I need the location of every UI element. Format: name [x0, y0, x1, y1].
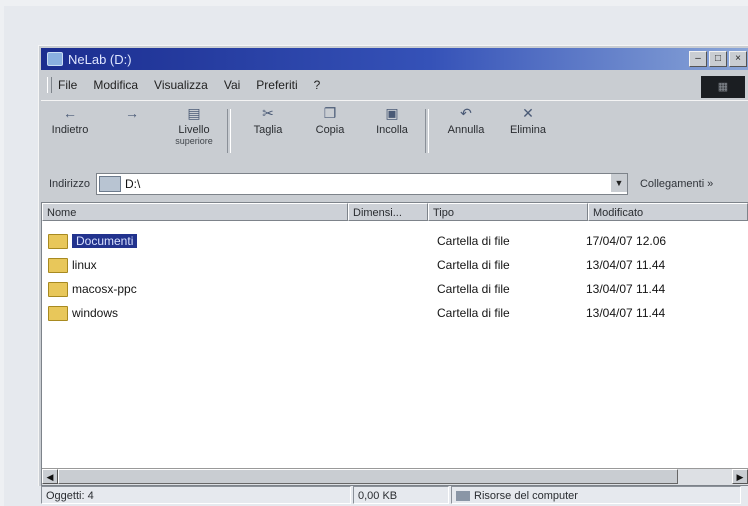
column-name[interactable]: Nome: [42, 203, 348, 221]
menu-view[interactable]: Visualizza: [154, 78, 208, 92]
file-list: Nome Dimensi... Tipo Modificato Document…: [41, 202, 748, 486]
windows-logo: ▦: [701, 76, 745, 98]
maximize-button[interactable]: □: [709, 51, 727, 67]
toolbar-separator: [425, 109, 429, 153]
file-name: macosx-ppc: [72, 282, 137, 296]
paste-button[interactable]: ▣ Incolla: [363, 105, 421, 136]
menu-file[interactable]: File: [58, 78, 77, 92]
column-modified[interactable]: Modificato: [588, 203, 748, 221]
cut-label: Taglia: [253, 124, 283, 136]
links-button[interactable]: Collegamenti »: [640, 178, 713, 190]
delete-button[interactable]: ✕ Elimina: [499, 105, 557, 136]
file-type: Cartella di file: [437, 234, 510, 248]
status-location-label: Risorse del computer: [474, 490, 578, 502]
scroll-right-icon[interactable]: ▶: [732, 469, 748, 484]
column-type[interactable]: Tipo: [428, 203, 588, 221]
scroll-left-icon[interactable]: ◀: [42, 469, 58, 484]
links-label: Collegamenti: [639, 178, 705, 190]
forward-arrow-icon: →: [125, 105, 139, 121]
menu-go[interactable]: Vai: [224, 78, 240, 92]
window-title: NeLab (D:): [68, 51, 132, 67]
toolbar-separator: [227, 109, 231, 153]
address-label: Indirizzo: [49, 178, 90, 190]
file-name: windows: [72, 306, 119, 320]
back-label: Indietro: [51, 124, 89, 136]
menu-favorites[interactable]: Preferiti: [256, 78, 297, 92]
address-value: D:\: [124, 177, 141, 191]
forward-button[interactable]: →: [103, 105, 161, 124]
file-name: linux: [72, 258, 97, 272]
menu-grip: [47, 77, 52, 93]
folder-up-icon: ▤: [187, 105, 201, 121]
explorer-window: NeLab (D:) – □ × File Modifica Visualizz…: [38, 45, 748, 504]
column-header: Nome Dimensi... Tipo Modificato: [42, 203, 748, 223]
file-modified: 17/04/07 12.06: [586, 234, 667, 248]
folder-icon: [48, 281, 68, 297]
horizontal-scrollbar[interactable]: ◀ ▶: [42, 468, 748, 485]
status-bar: Oggetti: 4 0,00 KB Risorse del computer: [41, 486, 748, 506]
copy-label: Copia: [315, 124, 345, 136]
paste-label: Incolla: [376, 124, 408, 136]
toolbar: ← Indietro → ▤ Livello superiore ✂ Tagli…: [41, 100, 748, 169]
undo-label: Annulla: [447, 124, 485, 136]
scroll-thumb[interactable]: [58, 469, 678, 484]
chevron-right-icon: »: [707, 178, 714, 190]
minimize-button[interactable]: –: [689, 51, 707, 67]
close-button[interactable]: ×: [729, 51, 747, 67]
column-size[interactable]: Dimensi...: [348, 203, 428, 221]
delete-x-icon: ✕: [522, 105, 534, 121]
file-type: Cartella di file: [437, 258, 510, 272]
delete-label: Elimina: [509, 124, 547, 136]
list-item[interactable]: Documenti Cartella di file 17/04/07 12.0…: [42, 229, 748, 253]
undo-button[interactable]: ↶ Annulla: [437, 105, 495, 136]
up-level-button[interactable]: ▤ Livello superiore: [165, 105, 223, 146]
copy-button[interactable]: ❐ Copia: [301, 105, 359, 136]
up-label-line1: Livello: [178, 124, 210, 136]
back-button[interactable]: ← Indietro: [41, 105, 99, 136]
folder-icon: [48, 233, 68, 249]
address-field[interactable]: D:\ ▼: [95, 173, 628, 195]
drive-icon: [47, 52, 63, 66]
undo-icon: ↶: [460, 105, 472, 121]
file-type: Cartella di file: [437, 282, 510, 296]
folder-icon: [48, 305, 68, 321]
up-label-line2: superiore: [175, 136, 213, 146]
computer-icon: [456, 491, 470, 502]
list-item[interactable]: linux Cartella di file 13/04/07 11.44: [42, 253, 748, 277]
back-arrow-icon: ←: [63, 105, 77, 121]
drive-icon: [98, 176, 121, 192]
clipboard-icon: ▣: [385, 105, 399, 121]
status-location: Risorse del computer: [451, 486, 741, 504]
file-name: Documenti: [72, 234, 138, 248]
file-modified: 13/04/07 11.44: [586, 306, 666, 320]
list-item[interactable]: windows Cartella di file 13/04/07 11.44: [42, 301, 748, 325]
status-objects: Oggetti: 4: [41, 486, 351, 504]
scissors-icon: ✂: [262, 105, 274, 121]
address-bar: Indirizzo D:\ ▼ Collegamenti »: [41, 172, 748, 196]
menu-bar: File Modifica Visualizza Vai Preferiti ?: [41, 74, 748, 96]
file-rows: Documenti Cartella di file 17/04/07 12.0…: [42, 229, 748, 325]
list-item[interactable]: macosx-ppc Cartella di file 13/04/07 11.…: [42, 277, 748, 301]
menu-help[interactable]: ?: [314, 78, 321, 92]
file-modified: 13/04/07 11.44: [586, 258, 666, 272]
menu-edit[interactable]: Modifica: [93, 78, 138, 92]
cut-button[interactable]: ✂ Taglia: [239, 105, 297, 136]
folder-icon: [48, 257, 68, 273]
title-bar[interactable]: NeLab (D:) – □ ×: [41, 48, 748, 70]
copy-icon: ❐: [323, 105, 337, 121]
file-modified: 13/04/07 11.44: [586, 282, 666, 296]
status-size: 0,00 KB: [353, 486, 449, 504]
file-type: Cartella di file: [437, 306, 510, 320]
chevron-down-icon[interactable]: ▼: [609, 174, 627, 192]
